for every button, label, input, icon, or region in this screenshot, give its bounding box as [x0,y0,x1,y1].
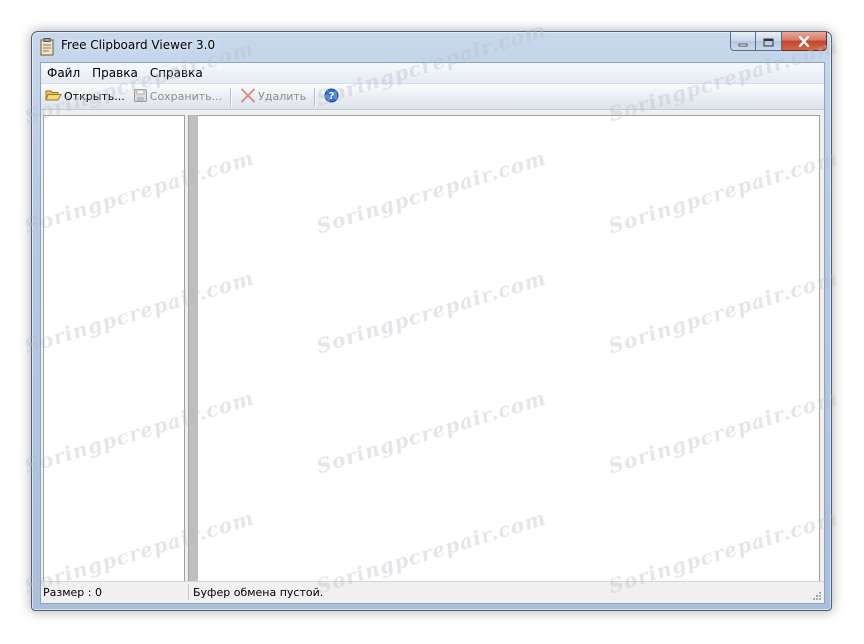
delete-button[interactable]: Удалить [236,86,310,108]
save-label: Сохранить... [149,90,223,103]
open-button[interactable]: Открыть... [41,86,129,108]
help-button[interactable]: ? [320,86,345,108]
help-icon: ? [324,88,341,106]
menu-bar: Файл Правка Справка [41,63,824,84]
minimize-icon [738,32,748,51]
save-button[interactable]: Сохранить... [129,86,226,108]
caption-buttons [730,32,827,52]
status-size: Размер : 0 [43,586,102,599]
close-button[interactable] [782,32,827,51]
maximize-button[interactable] [756,32,782,51]
save-disk-icon [133,88,150,106]
app-window: Free Clipboard Viewer 3.0 Файл Правка Сп… [31,31,832,611]
resize-grip-icon[interactable] [811,590,822,601]
status-divider [188,584,189,600]
title-bar[interactable]: Free Clipboard Viewer 3.0 [32,32,831,62]
client-area: Файл Правка Справка Открыть... Сохранить… [40,62,825,604]
svg-text:?: ? [329,91,335,102]
clipboard-formats-list[interactable] [43,115,185,582]
minimize-button[interactable] [730,32,756,51]
clipboard-icon [40,38,54,56]
close-icon [798,32,810,51]
status-message: Буфер обмена пустой. [193,586,324,599]
open-folder-icon [45,88,64,105]
menu-edit[interactable]: Правка [86,63,144,83]
delete-x-icon [240,88,258,106]
open-label: Открыть... [64,90,125,103]
window-title: Free Clipboard Viewer 3.0 [61,38,216,52]
toolbar: Открыть... Сохранить... Удалить ? [41,84,824,110]
toolbar-separator [230,87,233,106]
clipboard-content-view[interactable] [198,115,820,582]
status-bar: Размер : 0 Буфер обмена пустой. [41,581,824,603]
delete-label: Удалить [258,90,307,103]
toolbar-separator [314,87,317,106]
maximize-icon [763,32,774,51]
menu-file[interactable]: Файл [41,63,86,83]
menu-help[interactable]: Справка [144,63,209,83]
